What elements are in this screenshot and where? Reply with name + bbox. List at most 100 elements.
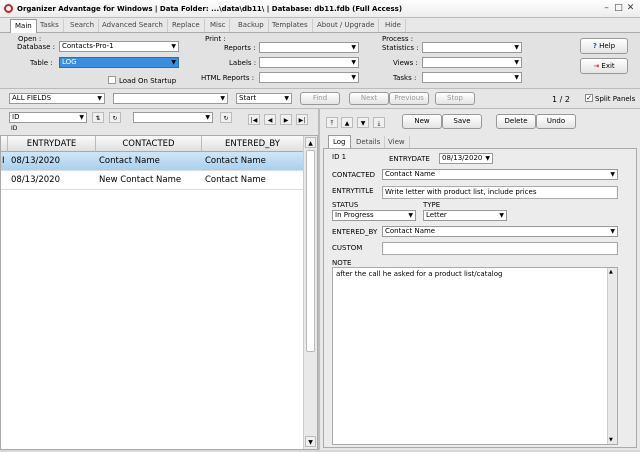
tab-search[interactable]: Search bbox=[66, 19, 100, 32]
find-button[interactable]: Find bbox=[300, 92, 340, 105]
chevron-down-icon: ▼ bbox=[351, 44, 356, 51]
tab-backup[interactable]: Backup bbox=[234, 19, 269, 32]
status-field[interactable]: In Progress ▼ bbox=[332, 210, 416, 221]
entrytitle-label: ENTRYTITLE bbox=[332, 187, 374, 195]
search-bar: ALL FIELDS ▼ ▼ Start ▼ Find Next Previous … bbox=[0, 89, 640, 109]
load-on-startup-label: Load On Startup bbox=[119, 77, 177, 85]
app-logo-icon bbox=[4, 4, 13, 13]
tab-misc[interactable]: Misc bbox=[206, 19, 231, 32]
views-select[interactable]: ▼ bbox=[422, 57, 522, 68]
refresh-icon[interactable]: ↻ bbox=[109, 112, 121, 123]
page-indicator: 1 / 2 bbox=[552, 95, 570, 104]
statistics-label: Statistics : bbox=[382, 44, 419, 52]
note-scrollbar[interactable]: ▲ ▼ bbox=[607, 268, 617, 444]
move-down-icon[interactable]: ▼ bbox=[357, 117, 369, 128]
undo-button[interactable]: Undo bbox=[536, 114, 576, 129]
scroll-thumb[interactable] bbox=[306, 150, 315, 352]
column-header-contacted[interactable]: CONTACTED bbox=[96, 136, 202, 152]
save-button[interactable]: Save bbox=[442, 114, 482, 129]
reports-select[interactable]: ▼ bbox=[259, 42, 359, 53]
tab-advanced-search[interactable]: Advanced Search bbox=[98, 19, 168, 32]
exit-label: Exit bbox=[601, 62, 615, 70]
sort-field-select[interactable]: ID ▼ bbox=[9, 112, 87, 123]
scroll-up-icon[interactable]: ▲ bbox=[305, 137, 316, 148]
minimize-icon[interactable]: – bbox=[601, 3, 612, 14]
move-top-icon[interactable]: ⤒ bbox=[326, 117, 338, 128]
load-on-startup-checkbox[interactable] bbox=[108, 76, 116, 84]
custom-field[interactable] bbox=[382, 242, 618, 255]
exit-button[interactable]: ⇥ Exit bbox=[580, 58, 628, 74]
tab-log[interactable]: Log bbox=[328, 135, 351, 148]
note-label: NOTE bbox=[332, 259, 352, 267]
cell-contacted: Contact Name bbox=[99, 156, 160, 166]
next-record-icon[interactable]: ▶ bbox=[280, 114, 292, 125]
search-mode-select[interactable]: Start ▼ bbox=[236, 93, 292, 104]
database-select[interactable]: Contacts-Pro-1 ▼ bbox=[59, 41, 179, 52]
print-section-label: Print : bbox=[205, 35, 226, 43]
scroll-up-icon[interactable]: ▲ bbox=[609, 269, 613, 275]
type-field[interactable]: Letter ▼ bbox=[423, 210, 507, 221]
table-row[interactable]: I 08/13/2020 Contact Name Contact Name bbox=[1, 152, 303, 171]
split-panels-checkbox[interactable]: ✓ bbox=[585, 94, 593, 102]
note-text: after the call he asked for a product li… bbox=[336, 270, 503, 278]
close-icon[interactable]: ✕ bbox=[625, 3, 636, 14]
scroll-down-icon[interactable]: ▼ bbox=[609, 437, 613, 443]
entered-by-field[interactable]: Contact Name ▼ bbox=[382, 226, 618, 237]
table-label: Table : bbox=[30, 59, 53, 67]
chevron-down-icon: ▼ bbox=[408, 212, 413, 219]
contacted-label: CONTACTED bbox=[332, 171, 376, 179]
delete-button[interactable]: Delete bbox=[496, 114, 536, 129]
tab-hide[interactable]: Hide bbox=[381, 19, 406, 32]
tab-replace[interactable]: Replace bbox=[168, 19, 205, 32]
move-up-icon[interactable]: ▲ bbox=[341, 117, 353, 128]
search-input[interactable]: ▼ bbox=[113, 93, 228, 104]
tab-templates[interactable]: Templates bbox=[268, 19, 313, 32]
tasks-select[interactable]: ▼ bbox=[422, 72, 522, 83]
last-record-icon[interactable]: ▶| bbox=[296, 114, 308, 125]
chevron-down-icon: ▼ bbox=[351, 74, 356, 81]
move-bottom-icon[interactable]: ⤓ bbox=[373, 117, 385, 128]
entrydate-field[interactable]: 08/13/2020 ▼ bbox=[439, 153, 493, 164]
cell-entrydate: 08/13/2020 bbox=[11, 175, 60, 185]
column-header-entrydate[interactable]: ENTRYDATE bbox=[8, 136, 96, 152]
vertical-scrollbar[interactable]: ▲ ▼ bbox=[303, 136, 317, 449]
next-button[interactable]: Next bbox=[349, 92, 389, 105]
column-header-entered-by[interactable]: ENTERED_BY bbox=[202, 136, 303, 152]
labels-label: Labels : bbox=[229, 59, 257, 67]
chevron-down-icon: ▼ bbox=[351, 59, 356, 66]
tab-main[interactable]: Main bbox=[10, 19, 37, 33]
tab-about-upgrade[interactable]: About / Upgrade bbox=[313, 19, 380, 32]
new-button[interactable]: New bbox=[402, 114, 442, 129]
previous-record-icon[interactable]: ◀ bbox=[264, 114, 276, 125]
previous-button[interactable]: Previous bbox=[389, 92, 429, 105]
table-select[interactable]: LOG ▼ bbox=[59, 57, 179, 68]
status-label: STATUS bbox=[332, 201, 359, 209]
statistics-select[interactable]: ▼ bbox=[422, 42, 522, 53]
contacted-field[interactable]: Contact Name ▼ bbox=[382, 169, 618, 180]
process-section-label: Process : bbox=[382, 35, 414, 43]
row-indicator-header bbox=[1, 136, 8, 152]
note-field[interactable]: after the call he asked for a product li… bbox=[332, 267, 618, 445]
first-record-icon[interactable]: |◀ bbox=[248, 114, 260, 125]
exit-icon: ⇥ bbox=[593, 62, 600, 70]
chevron-down-icon: ▼ bbox=[220, 95, 225, 102]
row-indicator-icon: I bbox=[2, 156, 5, 166]
refresh-icon[interactable]: ↻ bbox=[220, 112, 232, 123]
sort-order-icon[interactable]: ⇅ bbox=[92, 112, 104, 123]
contacted-value: Contact Name bbox=[385, 170, 436, 178]
scroll-down-icon[interactable]: ▼ bbox=[305, 436, 316, 447]
stop-button[interactable]: Stop bbox=[435, 92, 475, 105]
help-button[interactable]: ? Help bbox=[580, 38, 628, 54]
labels-select[interactable]: ▼ bbox=[259, 57, 359, 68]
search-field-select[interactable]: ALL FIELDS ▼ bbox=[9, 93, 105, 104]
html-reports-select[interactable]: ▼ bbox=[259, 72, 359, 83]
type-value: Letter bbox=[426, 211, 447, 219]
entrytitle-field[interactable]: Write letter with product list, include … bbox=[382, 186, 618, 199]
chevron-down-icon: ▼ bbox=[514, 44, 519, 51]
maximize-icon[interactable]: □ bbox=[613, 3, 624, 14]
chevron-down-icon: ▼ bbox=[171, 43, 176, 50]
search-field-value: ALL FIELDS bbox=[12, 94, 52, 102]
table-row[interactable]: 08/13/2020 New Contact Name Contact Name bbox=[1, 171, 303, 190]
tab-tasks[interactable]: Tasks bbox=[36, 19, 64, 32]
filter-select[interactable]: ▼ bbox=[133, 112, 213, 123]
